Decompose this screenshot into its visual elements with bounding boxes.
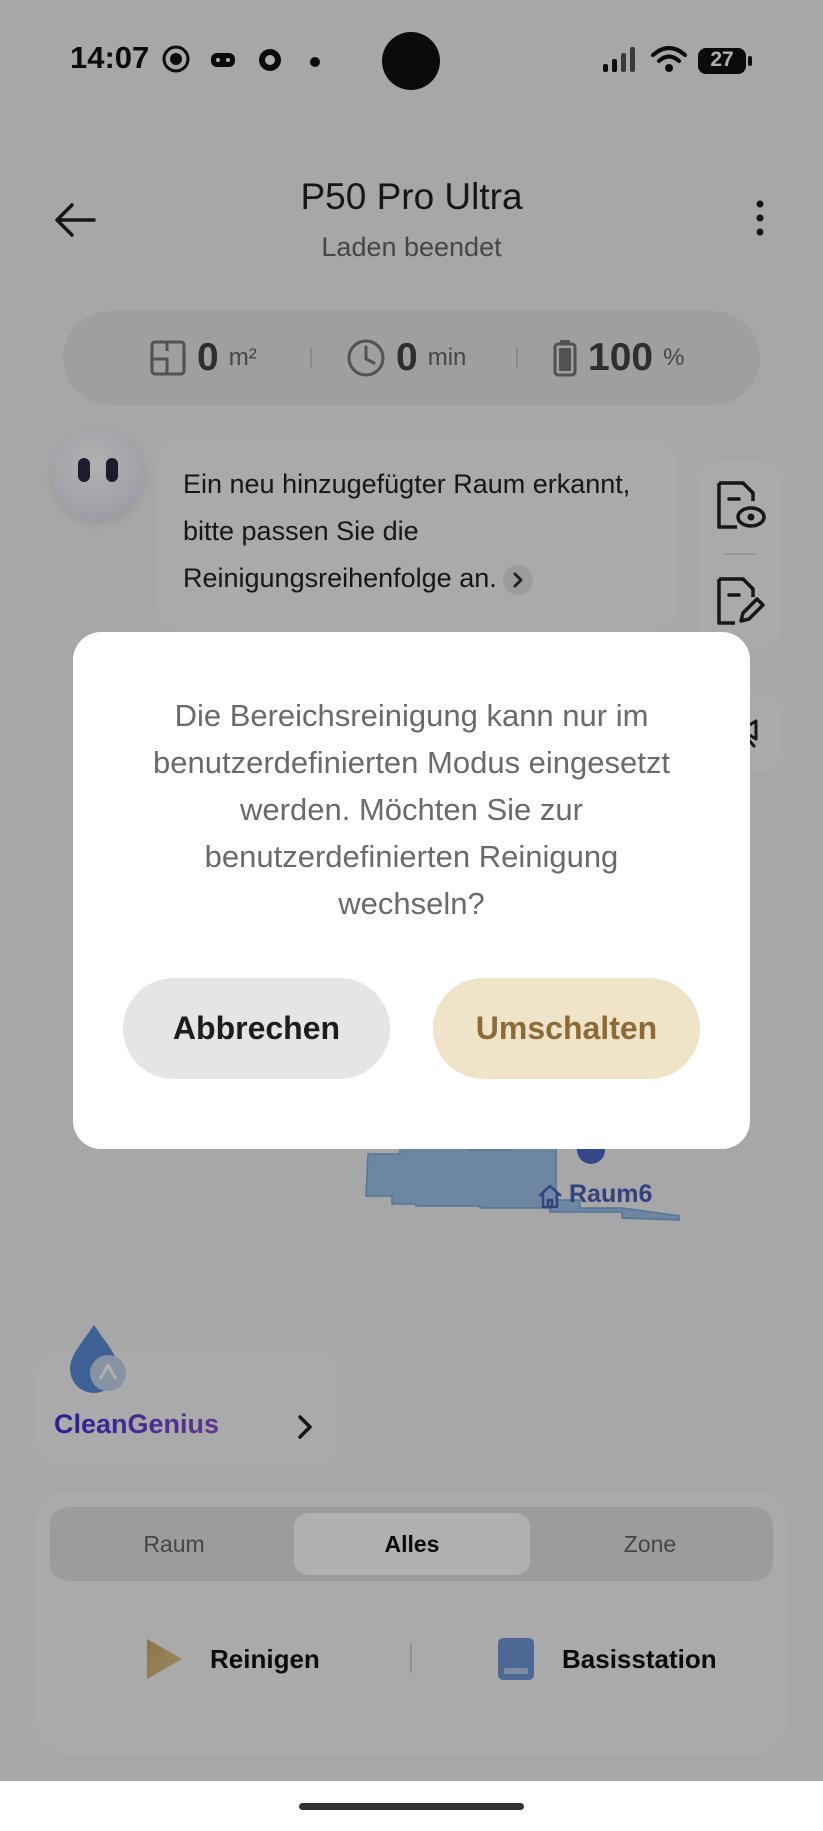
switch-mode-dialog: Die Bereichsreinigung kann nur im benutz…	[73, 632, 750, 1149]
switch-button[interactable]: Umschalten	[433, 978, 700, 1079]
dialog-message: Die Bereichsreinigung kann nur im benutz…	[153, 698, 670, 921]
cancel-button[interactable]: Abbrechen	[123, 978, 390, 1079]
home-indicator[interactable]	[299, 1803, 524, 1810]
